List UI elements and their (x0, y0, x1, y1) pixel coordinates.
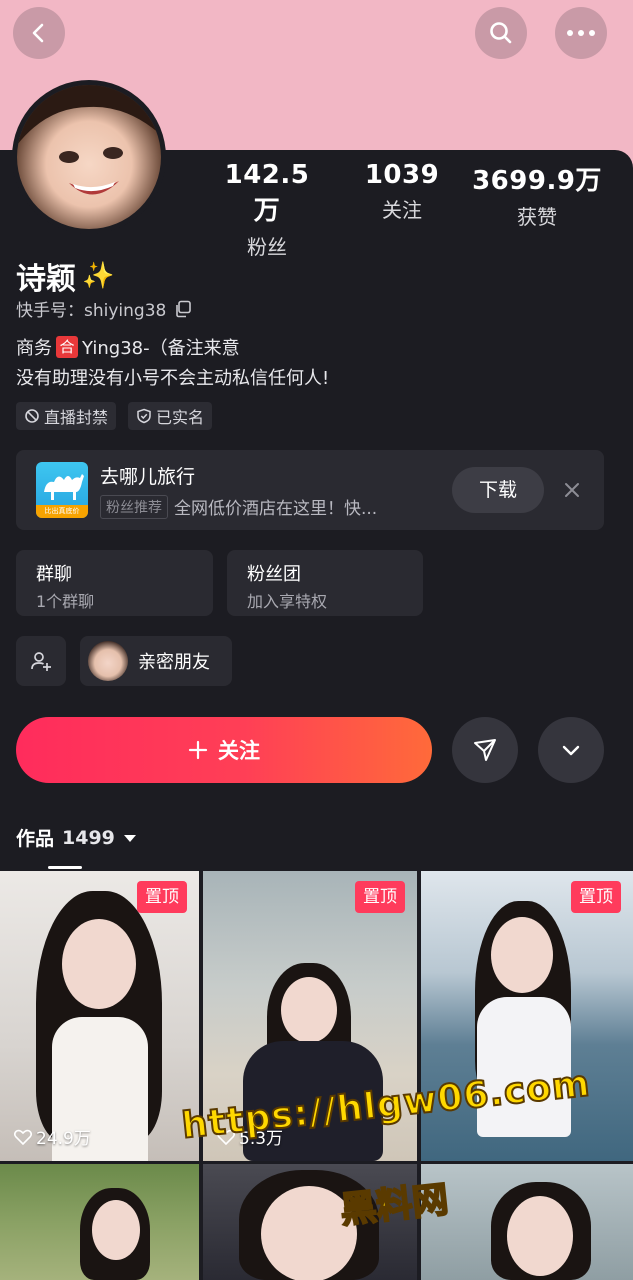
more-button[interactable] (555, 7, 607, 59)
ad-card[interactable]: 比出真底价 去哪儿旅行 粉丝推荐 全网低价酒店在这里！快... 下载 (16, 450, 604, 530)
search-button[interactable] (475, 7, 527, 59)
caret-down-icon (123, 834, 136, 842)
avatar[interactable] (12, 80, 166, 234)
bio-line-2: 没有助理没有小号不会主动私信任何人! (16, 368, 330, 389)
fan-club-card[interactable]: 粉丝团 加入享特权 (227, 550, 423, 616)
chevron-left-icon (32, 23, 44, 43)
profile-name-text: 诗颖 (16, 262, 76, 297)
video-thumbnail[interactable] (0, 1164, 199, 1280)
thumbnail-figure-face (491, 917, 553, 993)
pinned-badge: 置顶 (355, 881, 405, 913)
close-friend-label: 亲密朋友 (138, 652, 210, 673)
bio-line-1: 商务 合 Ying38-（备注来意 (16, 334, 240, 360)
thumbnail-figure-face (92, 1200, 140, 1260)
card-subtitle: 1个群聊 (36, 592, 95, 611)
like-count: 24.9万 (14, 1124, 91, 1149)
search-icon (490, 22, 512, 44)
works-tab-indicator (48, 866, 82, 869)
kuaishou-id-text: 快手号：shiying38 (16, 301, 167, 321)
avatar-face-illustration (17, 85, 161, 195)
profile-name: 诗颖 ✨ (16, 254, 114, 298)
video-thumbnail[interactable] (421, 1164, 633, 1280)
works-count: 1499 (62, 826, 115, 849)
shield-check-icon (137, 408, 151, 424)
bio-badge: 合 (56, 336, 78, 358)
more-actions-button[interactable] (538, 717, 604, 783)
close-friend-chip[interactable]: 亲密朋友 (80, 636, 232, 686)
close-icon[interactable] (560, 478, 584, 502)
stat-label: 关注 (382, 198, 422, 222)
ad-description: 全网低价酒店在这里！快... (174, 499, 378, 519)
video-thumbnail[interactable]: 置顶 24.9万 (0, 871, 199, 1161)
thumbnail-figure-face (62, 919, 136, 1009)
stat-value: 1039 (364, 160, 440, 190)
card-subtitle: 加入享特权 (247, 592, 328, 611)
ad-chip: 粉丝推荐 (100, 494, 168, 519)
kuaishou-id: 快手号：shiying38 (16, 296, 192, 321)
pinned-badge: 置顶 (571, 881, 621, 913)
sparkle-icon: ✨ (82, 261, 115, 291)
tag-live-banned[interactable]: 直播封禁 (16, 402, 117, 430)
group-chat-card[interactable]: 群聊 1个群聊 (16, 550, 213, 616)
tag-verified[interactable]: 已实名 (128, 402, 213, 430)
stat-label: 粉丝 (247, 235, 287, 259)
plus-icon (188, 740, 208, 760)
like-count-text: 24.9万 (36, 1129, 91, 1149)
stat-likes[interactable]: 3699.9万 获赞 (470, 160, 604, 230)
friend-avatar (88, 641, 128, 681)
more-dots-icon (567, 30, 595, 36)
works-label: 作品 (16, 828, 55, 850)
stat-value: 3699.9万 (472, 166, 602, 196)
stat-fans[interactable]: 142.5万 粉丝 (212, 160, 322, 260)
card-title: 群聊 (36, 564, 72, 585)
follow-button[interactable]: 关注 (16, 717, 432, 783)
chevron-down-icon (562, 745, 580, 756)
stat-following[interactable]: 1039 关注 (352, 160, 452, 223)
thumbnail-figure-face (281, 977, 337, 1043)
pinned-badge: 置顶 (137, 881, 187, 913)
app-logo-slogan: 比出真底价 (36, 505, 88, 518)
works-tab[interactable]: 作品 1499 (16, 824, 137, 851)
tag-label: 直播封禁 (44, 408, 109, 427)
ad-download-button[interactable]: 下载 (452, 467, 544, 513)
add-user-icon (31, 652, 51, 671)
thumbnail-figure-face (507, 1196, 573, 1276)
ban-icon (25, 409, 39, 423)
bio-prefix: 商务 (16, 338, 52, 359)
copy-icon[interactable] (174, 300, 192, 318)
add-friend-button[interactable] (16, 636, 66, 686)
bio-contact: Ying38-（备注来意 (82, 338, 240, 359)
follow-label: 关注 (218, 739, 260, 763)
app-logo: 比出真底价 (36, 462, 88, 518)
stat-value: 142.5万 (224, 160, 310, 226)
back-button[interactable] (13, 7, 65, 59)
ad-app-name: 去哪儿旅行 (100, 466, 196, 488)
profile-tags: 直播封禁 已实名 (16, 402, 213, 430)
tag-label: 已实名 (156, 408, 205, 427)
card-title: 粉丝团 (247, 564, 301, 585)
send-message-button[interactable] (452, 717, 518, 783)
heart-icon (14, 1129, 32, 1145)
avatar-photo (17, 85, 161, 229)
stat-label: 获赞 (517, 205, 557, 229)
camel-icon (44, 474, 84, 500)
ad-description-line: 粉丝推荐 全网低价酒店在这里！快... (100, 494, 377, 519)
send-icon (474, 739, 496, 761)
